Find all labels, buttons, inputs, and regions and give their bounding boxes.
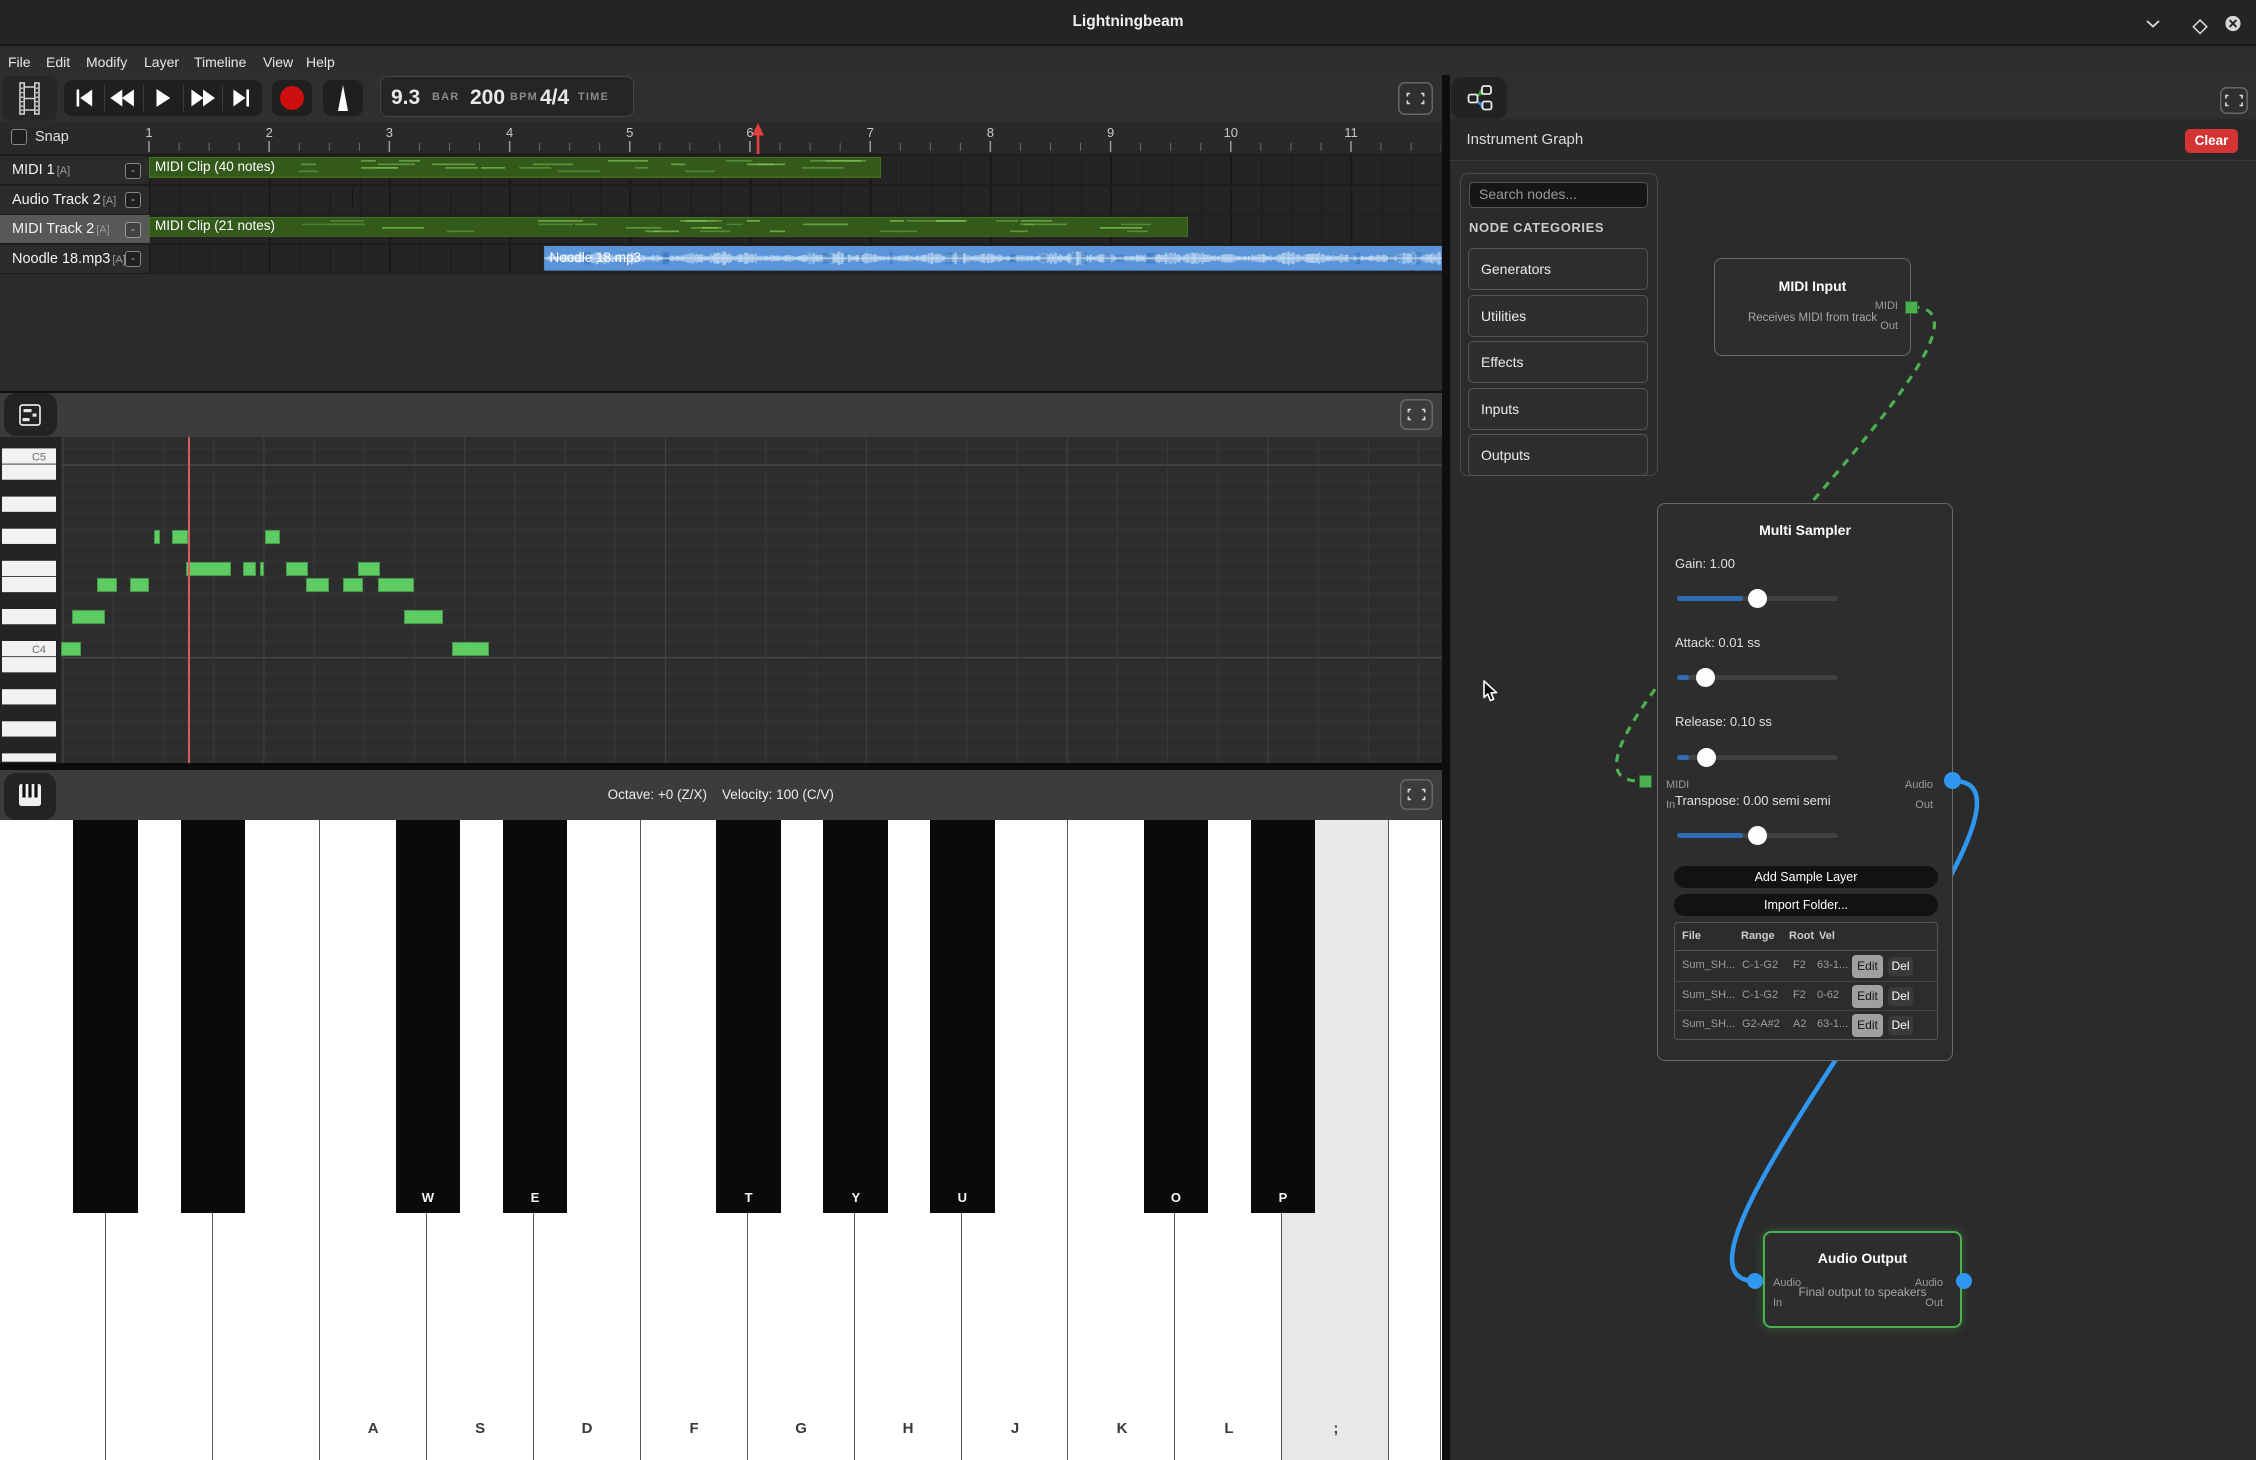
svg-text:7: 7: [867, 125, 874, 140]
svg-text:3: 3: [386, 125, 393, 140]
svg-text:1: 1: [145, 125, 152, 140]
svg-text:8: 8: [987, 125, 994, 140]
svg-text:10: 10: [1224, 125, 1238, 140]
svg-text:4: 4: [506, 125, 513, 140]
svg-text:9: 9: [1107, 125, 1114, 140]
svg-text:5: 5: [626, 125, 633, 140]
svg-text:C5: C5: [32, 451, 46, 463]
svg-text:2: 2: [266, 125, 273, 140]
svg-text:11: 11: [1344, 125, 1358, 140]
svg-text:C4: C4: [32, 644, 46, 656]
